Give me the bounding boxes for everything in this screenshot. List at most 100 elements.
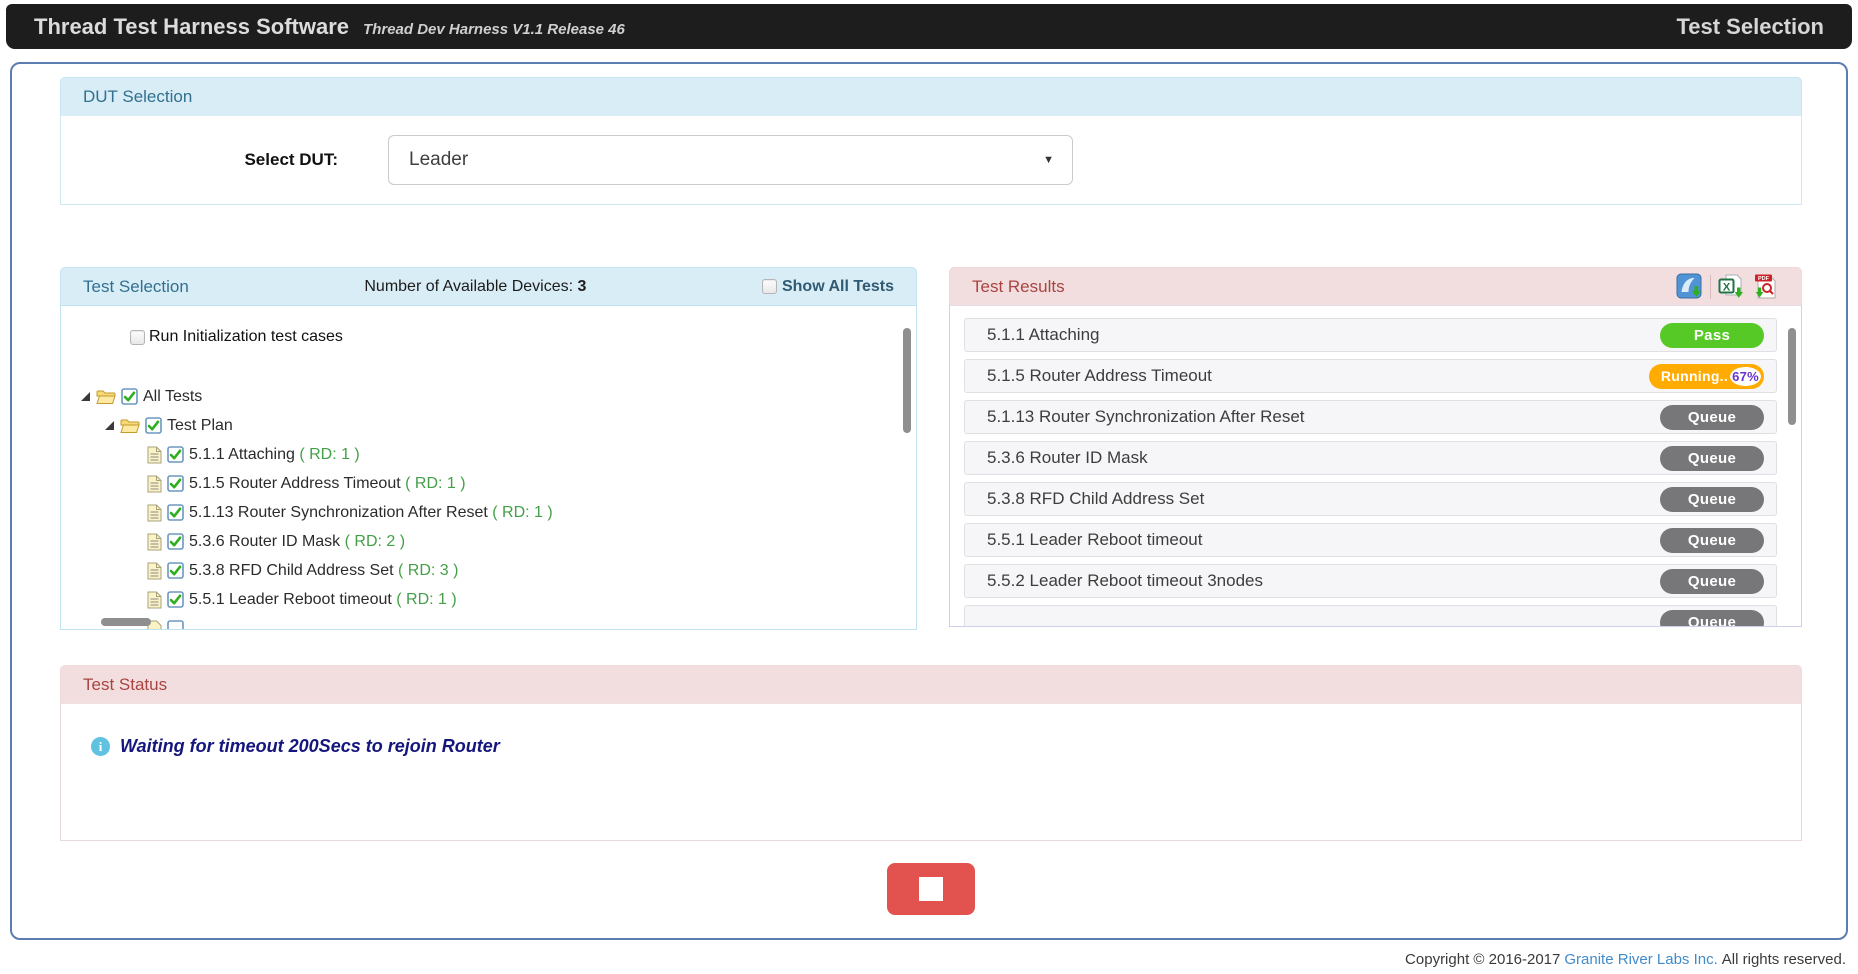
run-init-label: Run Initialization test cases: [149, 328, 343, 346]
app-subtitle: Thread Dev Harness V1.1 Release 46: [363, 21, 625, 38]
dut-select[interactable]: Leader ▼: [388, 135, 1073, 185]
pdf-export-icon[interactable]: PDF: [1752, 273, 1779, 300]
stop-button[interactable]: [887, 863, 975, 915]
checkbox-checked-icon[interactable]: [167, 533, 184, 550]
main-container: DUT Selection Select DUT: Leader ▼ Test …: [10, 62, 1848, 940]
document-icon: [147, 475, 162, 493]
test-status-body: i Waiting for timeout 200Secs to rejoin …: [60, 703, 1802, 841]
checkbox-checked-icon[interactable]: [167, 504, 184, 521]
available-devices-text: Number of Available Devices: 3: [364, 278, 586, 296]
test-tree: All Tests Test Plan 5.1.1 Attaching ( RD…: [61, 382, 916, 630]
available-devices-count: 3: [578, 278, 587, 295]
copyright-suffix: All rights reserved.: [1722, 951, 1846, 968]
results-list: 5.1.1 Attaching Pass 5.1.5 Router Addres…: [950, 318, 1801, 627]
expander-open-icon[interactable]: [80, 391, 91, 402]
test-label[interactable]: 5.5.1 Leader Reboot timeout ( RD: 1 ): [189, 591, 457, 609]
result-test-name: 5.5.1 Leader Reboot timeout: [987, 530, 1202, 550]
test-results-header: Test Results X PDF: [949, 267, 1802, 305]
checkbox-checked-icon[interactable]: [167, 591, 184, 608]
info-icon: i: [91, 737, 110, 756]
tree-root-node[interactable]: All Tests: [61, 382, 916, 411]
dropdown-caret-icon: ▼: [1043, 154, 1054, 166]
company-link[interactable]: Granite River Labs Inc.: [1564, 951, 1717, 968]
result-test-name: 5.3.6 Router ID Mask: [987, 448, 1148, 468]
horizontal-scrollbar-thumb[interactable]: [101, 618, 151, 626]
progress-indicator: 67%: [1730, 367, 1761, 386]
result-row[interactable]: 5.1.1 Attaching Pass: [964, 318, 1777, 352]
expander-open-icon[interactable]: [104, 420, 115, 431]
wireshark-export-icon[interactable]: [1676, 273, 1703, 300]
tree-test-item[interactable]: 5.1.13 Router Synchronization After Rese…: [61, 498, 916, 527]
result-row[interactable]: 5.3.8 RFD Child Address Set Queue: [964, 482, 1777, 516]
show-all-tests-toggle[interactable]: Show All Tests: [762, 278, 894, 296]
document-icon: [147, 562, 162, 580]
result-row[interactable]: 5.5.2 Leader Reboot timeout 3nodes Queue: [964, 564, 1777, 598]
result-row[interactable]: 5.1.5 Router Address Timeout Running..67…: [964, 359, 1777, 393]
icon-divider: [1710, 275, 1711, 299]
status-badge: Queue: [1660, 610, 1764, 628]
footer: Copyright © 2016-2017Granite River Labs …: [1405, 951, 1846, 968]
tree-test-item[interactable]: 5.3.8 RFD Child Address Set ( RD: 3 ): [61, 556, 916, 585]
checkbox-checked-icon[interactable]: [167, 475, 184, 492]
tree-group-node[interactable]: Test Plan: [61, 411, 916, 440]
run-init-checkbox[interactable]: [130, 330, 145, 345]
test-selection-title: Test Selection: [83, 277, 189, 297]
vertical-scrollbar-thumb[interactable]: [903, 328, 911, 433]
result-test-name: 5.1.13 Router Synchronization After Rese…: [987, 407, 1305, 427]
dut-panel-body: Select DUT: Leader ▼: [60, 115, 1802, 205]
test-status-title: Test Status: [83, 675, 167, 695]
dut-selection-panel: DUT Selection Select DUT: Leader ▼: [60, 77, 1802, 205]
checkbox-checked-icon[interactable]: [167, 562, 184, 579]
show-all-tests-checkbox[interactable]: [762, 279, 777, 294]
test-selection-header: Test Selection Number of Available Devic…: [60, 267, 917, 305]
status-badge: Queue: [1660, 569, 1764, 594]
tree-test-item[interactable]: 5.5.1 Leader Reboot timeout ( RD: 1 ): [61, 585, 916, 614]
checkbox-checked-icon[interactable]: [167, 446, 184, 463]
test-results-title: Test Results: [972, 277, 1065, 297]
test-status-panel: Test Status i Waiting for timeout 200Sec…: [60, 665, 1802, 841]
result-test-name: 5.5.2 Leader Reboot timeout 3nodes: [987, 571, 1263, 591]
result-test-name: 5.1.1 Attaching: [987, 325, 1099, 345]
result-row[interactable]: 5.3.6 Router ID Mask Queue: [964, 441, 1777, 475]
checkbox-checked-icon[interactable]: [121, 388, 138, 405]
test-label[interactable]: 5.1.5 Router Address Timeout ( RD: 1 ): [189, 475, 466, 493]
svg-text:PDF: PDF: [1758, 276, 1770, 282]
test-label[interactable]: 5.3.6 Router ID Mask ( RD: 2 ): [189, 533, 405, 551]
app-title: Thread Test Harness Software: [34, 14, 349, 40]
test-label[interactable]: 5.1.1 Attaching ( RD: 1 ): [189, 446, 360, 464]
test-results-body: 5.1.1 Attaching Pass 5.1.5 Router Addres…: [949, 305, 1802, 627]
document-icon: [147, 446, 162, 464]
result-row[interactable]: Queue: [964, 605, 1777, 627]
result-row[interactable]: 5.1.13 Router Synchronization After Rese…: [964, 400, 1777, 434]
page-title: Test Selection: [1676, 14, 1824, 40]
stop-icon: [919, 877, 943, 901]
checkbox-checked-icon[interactable]: [145, 417, 162, 434]
checkbox-checked-icon[interactable]: [167, 620, 184, 630]
excel-export-icon[interactable]: X: [1718, 273, 1745, 300]
tree-leaf-list: 5.1.1 Attaching ( RD: 1 ) 5.1.5 Router A…: [61, 440, 916, 614]
tree-test-item-partial[interactable]: [61, 614, 916, 630]
result-test-name: 5.1.5 Router Address Timeout: [987, 366, 1212, 386]
test-selection-body: Run Initialization test cases All Tests …: [60, 305, 917, 630]
status-message: Waiting for timeout 200Secs to rejoin Ro…: [120, 736, 500, 757]
test-label[interactable]: 5.1.13 Router Synchronization After Rese…: [189, 504, 553, 522]
tree-root-label[interactable]: All Tests: [143, 388, 202, 406]
status-badge: Queue: [1660, 528, 1764, 553]
tree-group-label[interactable]: Test Plan: [167, 417, 233, 435]
run-init-row[interactable]: Run Initialization test cases: [130, 328, 916, 346]
status-badge: Queue: [1660, 446, 1764, 471]
result-test-name: 5.3.8 RFD Child Address Set: [987, 489, 1204, 509]
test-label[interactable]: 5.3.8 RFD Child Address Set ( RD: 3 ): [189, 562, 458, 580]
vertical-scrollbar-thumb[interactable]: [1788, 328, 1796, 425]
test-results-panel: Test Results X PDF 5.1.1 Attaching: [949, 267, 1802, 630]
show-all-tests-label: Show All Tests: [782, 278, 894, 296]
status-badge: Queue: [1660, 405, 1764, 430]
status-badge: Running..67%: [1649, 364, 1764, 389]
select-dut-label: Select DUT:: [226, 150, 338, 170]
dut-panel-header: DUT Selection: [60, 77, 1802, 115]
result-row[interactable]: 5.5.1 Leader Reboot timeout Queue: [964, 523, 1777, 557]
tree-test-item[interactable]: 5.1.1 Attaching ( RD: 1 ): [61, 440, 916, 469]
tree-test-item[interactable]: 5.1.5 Router Address Timeout ( RD: 1 ): [61, 469, 916, 498]
tree-test-item[interactable]: 5.3.6 Router ID Mask ( RD: 2 ): [61, 527, 916, 556]
status-badge: Pass: [1660, 323, 1764, 348]
